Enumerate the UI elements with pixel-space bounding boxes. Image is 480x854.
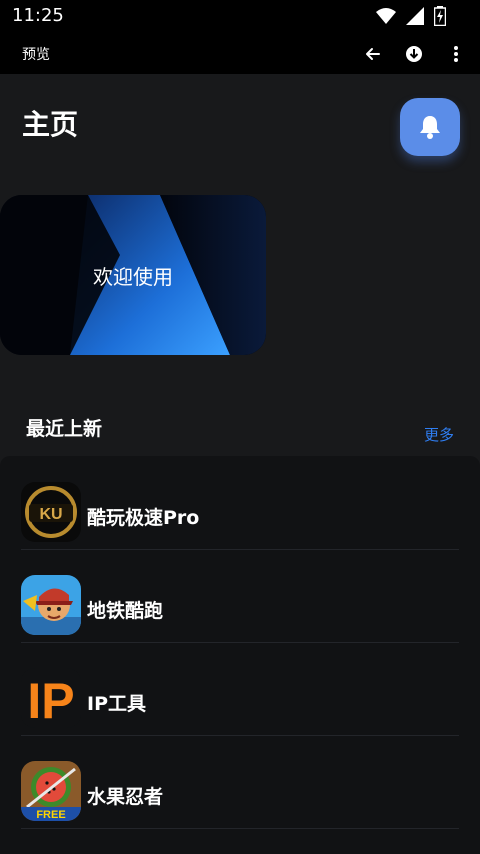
download-button[interactable] <box>402 42 426 66</box>
banner-text: 欢迎使用 <box>93 265 173 289</box>
more-vertical-icon <box>454 46 458 62</box>
app-name: 地铁酷跑 <box>87 600 164 622</box>
bell-icon <box>420 116 440 139</box>
fruit-ninja-icon: FREE <box>21 761 81 821</box>
subway-surfers-icon <box>21 575 81 635</box>
signal-icon <box>406 7 424 29</box>
welcome-banner[interactable]: 欢迎使用 <box>0 195 266 355</box>
svg-text:IP: IP <box>27 673 74 728</box>
app-name: 水果忍者 <box>87 786 164 808</box>
wifi-icon <box>376 7 396 29</box>
divider <box>21 828 459 829</box>
app-name: IP工具 <box>87 693 146 715</box>
battery-icon <box>433 6 447 30</box>
more-link[interactable]: 更多 <box>424 424 454 445</box>
svg-text:FREE: FREE <box>36 809 65 821</box>
list-item[interactable]: 地铁酷跑 <box>0 549 480 643</box>
arrow-left-icon <box>366 48 380 60</box>
ip-logo-icon: IP <box>21 668 81 728</box>
section-title: 最近上新 <box>26 418 103 440</box>
notification-button[interactable] <box>400 98 460 156</box>
back-arrow-button[interactable] <box>360 42 384 66</box>
toolbar-title: 预览 <box>22 47 50 63</box>
list-item[interactable]: KU 酷玩极速Pro <box>0 456 480 550</box>
page-title: 主页 <box>22 108 79 141</box>
top-app-bar: 预览 <box>0 34 480 74</box>
app-name: 酷玩极速Pro <box>87 507 200 529</box>
ku-logo-icon: KU <box>21 482 81 542</box>
status-icons <box>376 6 447 30</box>
svg-text:KU: KU <box>39 506 62 523</box>
status-time: 11:25 <box>12 5 64 26</box>
app-list: KU 酷玩极速Pro 地铁酷跑 IP IP工具 FREE 水果忍者 <box>0 456 480 854</box>
status-bar: 11:25 <box>0 0 480 34</box>
download-circle-icon <box>406 46 422 62</box>
list-item[interactable]: IP IP工具 <box>0 642 480 736</box>
list-item[interactable]: FREE 水果忍者 <box>0 735 480 829</box>
overflow-menu-button[interactable] <box>444 42 468 66</box>
